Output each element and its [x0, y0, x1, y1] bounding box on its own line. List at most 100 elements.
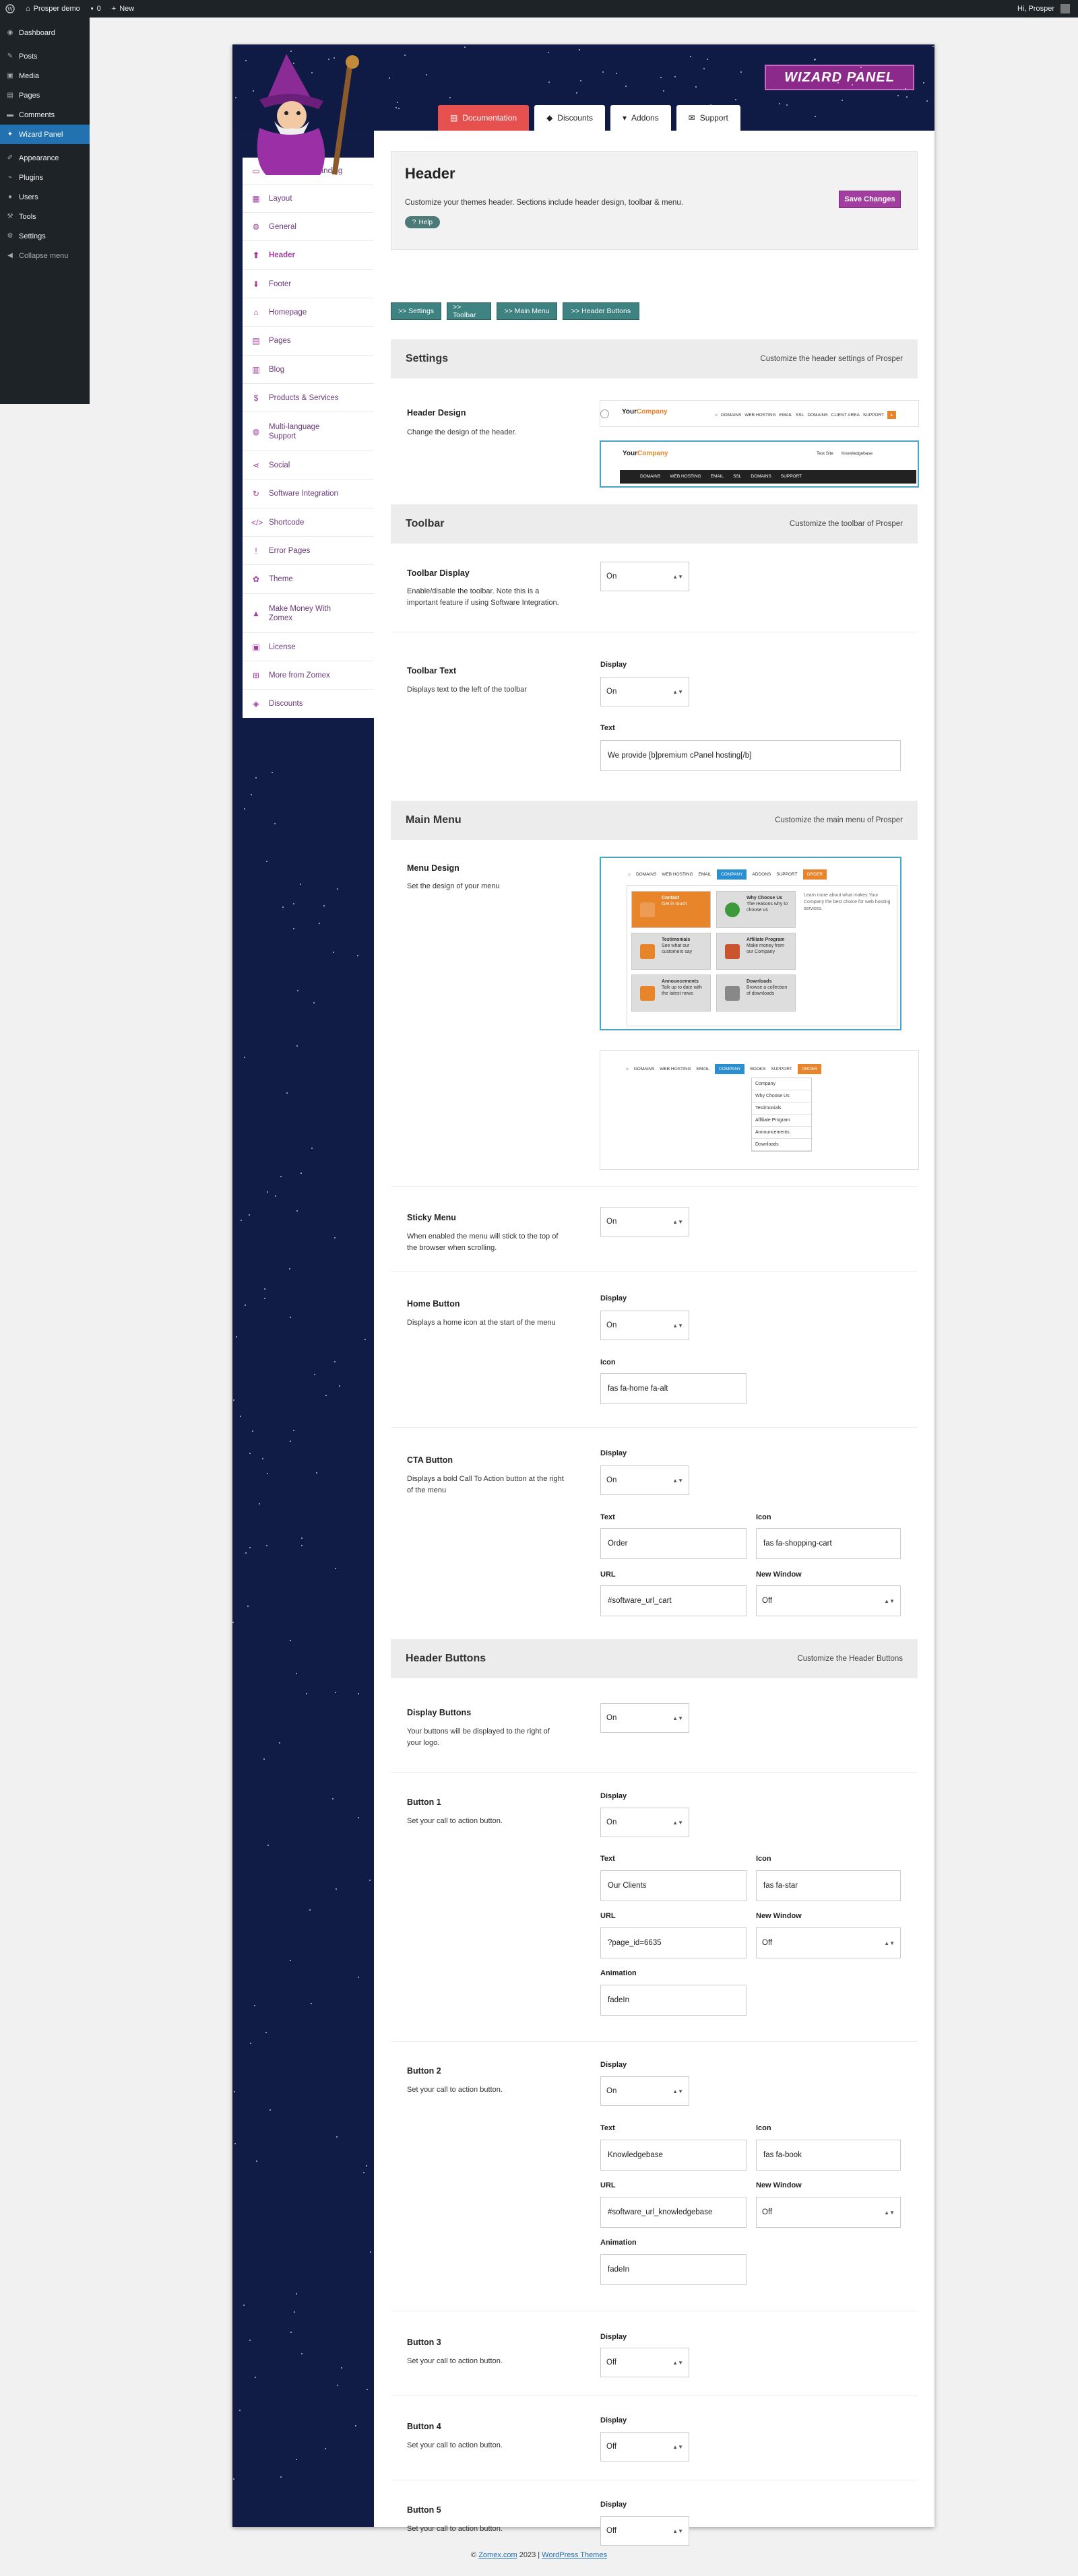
menu-item-users[interactable]: ● Users: [0, 187, 90, 207]
button-2-icon-input[interactable]: fas fa-book: [756, 2140, 901, 2171]
tab-addons[interactable]: ▾ Addons: [610, 105, 671, 131]
button-2-animation-label: Animation: [600, 2239, 637, 2247]
cta-new-window-select[interactable]: Off ▲▼: [756, 1585, 901, 1616]
menu-item-media[interactable]: ▣ Media: [0, 66, 90, 86]
home-button-display-select[interactable]: On ▲▼: [600, 1311, 689, 1340]
sidebar-item-layout[interactable]: ▦ Layout: [243, 185, 374, 213]
button-2-animation-input[interactable]: fadeIn: [600, 2254, 747, 2285]
sidebar-item-footer[interactable]: ⬇ Footer: [243, 270, 374, 298]
tab-support[interactable]: ✉ Support: [676, 105, 740, 131]
sidebar-item-more-from-zomex[interactable]: ⊞ More from Zomex: [243, 661, 374, 690]
sidebar-item-social[interactable]: ⋖ Social: [243, 451, 374, 480]
button-1-icon-input[interactable]: fas fa-star: [756, 1870, 901, 1901]
save-changes-button[interactable]: Save Changes: [839, 191, 901, 208]
display-buttons-select[interactable]: On ▲▼: [600, 1703, 689, 1733]
palette-icon: ✿: [252, 574, 260, 584]
jump-settings-button[interactable]: >> Settings: [391, 302, 441, 320]
menu-item-comments[interactable]: ▬ Comments: [0, 105, 90, 125]
menu-item-tools[interactable]: ⚒ Tools: [0, 207, 90, 226]
home-button-icon-label: Icon: [600, 1358, 616, 1366]
button-2-display-select[interactable]: On ▲▼: [600, 2076, 689, 2106]
wordpress-themes-link[interactable]: WordPress Themes: [542, 2551, 607, 2559]
sidebar-item-shortcode[interactable]: </> Shortcode: [243, 508, 374, 537]
cta-icon-input[interactable]: fas fa-shopping-cart: [756, 1528, 901, 1559]
sidebar-item-blog[interactable]: ▥ Blog: [243, 356, 374, 384]
star-decoration: [243, 2305, 245, 2307]
sidebar-item-theme[interactable]: ✿ Theme: [243, 565, 374, 594]
sidebar-item-multi-language[interactable]: ◍ Multi-language Support: [243, 412, 374, 451]
star-decoration: [244, 1056, 246, 1058]
star-decoration: [336, 2384, 338, 2386]
star-decoration: [290, 1639, 292, 1641]
button-1-new-window-select[interactable]: Off ▲▼: [756, 1927, 901, 1958]
sidebar-item-homepage[interactable]: ⌂ Homepage: [243, 298, 374, 327]
button-1-text-input[interactable]: Our Clients: [600, 1870, 747, 1901]
star-decoration: [300, 1544, 303, 1546]
sticky-menu-select[interactable]: On ▲▼: [600, 1207, 689, 1236]
button-5-display-select[interactable]: Off ▲▼: [600, 2516, 689, 2546]
sidebar-item-header[interactable]: ⬆ Header: [243, 241, 374, 270]
cta-text-input[interactable]: Order: [600, 1528, 747, 1559]
star-decoration: [272, 772, 274, 774]
menu-item-pages[interactable]: ▤ Pages: [0, 86, 90, 105]
menu-item-wizard-panel[interactable]: ✦ Wizard Panel: [0, 125, 90, 144]
header-icon: ⬆: [252, 251, 260, 260]
button-1-url-input[interactable]: ?page_id=6635: [600, 1927, 747, 1958]
new-content-link[interactable]: + New: [106, 0, 139, 18]
header-design-option-1[interactable]: YourCompany ⌂ DOMAINS WEB HOSTING EMAIL SSL…: [600, 400, 919, 427]
account-menu[interactable]: Hi, Prosper: [1012, 0, 1078, 18]
cta-url-input[interactable]: #software_url_cart: [600, 1585, 747, 1616]
toolbar-display-select[interactable]: On ▲▼: [600, 562, 689, 591]
site-name-link[interactable]: ⌂ Prosper demo: [20, 0, 86, 18]
menu-design-option-1[interactable]: ⌂ DOMAINS WEB HOSTING EMAIL COMPANY ADDONS…: [600, 857, 901, 1030]
button-2-url-input[interactable]: #software_url_knowledgebase: [600, 2197, 747, 2228]
help-button[interactable]: ? Help: [405, 216, 440, 228]
collapse-menu-button[interactable]: ◀ Collapse menu: [0, 246, 90, 265]
star-decoration: [315, 1472, 317, 1474]
header-design-desc: Change the design of the header.: [407, 428, 517, 436]
button-2-new-window-select[interactable]: Off ▲▼: [756, 2197, 901, 2228]
star-decoration: [366, 2388, 368, 2390]
wordpress-logo-icon[interactable]: W: [0, 0, 20, 18]
menu-item-settings[interactable]: ⚙ Settings: [0, 226, 90, 246]
comments-link[interactable]: ▪ 0: [86, 0, 106, 18]
header-design-option-2[interactable]: YourCompany Test Site Knowledgebase DOMAI…: [600, 440, 919, 488]
tab-documentation[interactable]: ▤ Documentation: [438, 105, 530, 131]
button-2-text-input[interactable]: Knowledgebase: [600, 2140, 747, 2171]
menu-item-dashboard[interactable]: ◉ Dashboard: [0, 23, 90, 42]
button-4-display-select[interactable]: Off ▲▼: [600, 2432, 689, 2462]
file-icon: ▤: [252, 336, 260, 345]
button-3-display-select[interactable]: Off ▲▼: [600, 2348, 689, 2377]
menu-item-appearance[interactable]: ✐ Appearance: [0, 148, 90, 168]
star-decoration: [295, 2458, 297, 2460]
display-buttons-desc: Your buttons will be displayed to the ri…: [407, 1727, 550, 1747]
sidebar-item-products-services[interactable]: $ Products & Services: [243, 384, 374, 412]
tab-discounts[interactable]: ◆ Discounts: [534, 105, 605, 131]
sidebar-item-pages[interactable]: ▤ Pages: [243, 327, 374, 356]
sidebar-item-discounts[interactable]: ◈ Discounts: [243, 690, 374, 718]
menu-design-option-2[interactable]: ⌂ DOMAINS WEB HOSTING EMAIL COMPANY BOOKS S…: [600, 1050, 919, 1170]
page-description: Customize your themes header. Sections i…: [405, 199, 683, 207]
sidebar-item-make-money[interactable]: ▲ Make Money With Zomex: [243, 594, 374, 633]
jump-toolbar-button[interactable]: >> Toolbar: [447, 302, 491, 320]
menu-item-posts[interactable]: ✎ Posts: [0, 46, 90, 66]
sidebar-item-error-pages[interactable]: ! Error Pages: [243, 537, 374, 565]
star-decoration: [334, 1236, 336, 1239]
cta-display-select[interactable]: On ▲▼: [600, 1465, 689, 1495]
header-buttons-section-header: Header Buttons Customize the Header Butt…: [391, 1639, 918, 1678]
button-1-display-select[interactable]: On ▲▼: [600, 1808, 689, 1837]
sidebar-item-software-integration[interactable]: ↻ Software Integration: [243, 480, 374, 508]
jump-main-menu-button[interactable]: >> Main Menu: [497, 302, 557, 320]
star-decoration: [306, 1692, 308, 1694]
sidebar-item-general[interactable]: ⚙ General: [243, 213, 374, 241]
zomex-link[interactable]: Zomex.com: [478, 2551, 517, 2559]
sidebar-item-license[interactable]: ▣ License: [243, 633, 374, 661]
toolbar-text-input[interactable]: We provide [b]premium cPanel hosting[/b]: [600, 740, 901, 771]
button-1-animation-input[interactable]: fadeIn: [600, 1985, 747, 2016]
toolbar-text-display-select[interactable]: On ▲▼: [600, 677, 689, 706]
jump-header-buttons-button[interactable]: >> Header Buttons: [563, 302, 639, 320]
home-button-icon-input[interactable]: fas fa-home fa-alt: [600, 1373, 747, 1404]
menu-item-plugins[interactable]: ⌁ Plugins: [0, 168, 90, 187]
star-decoration: [449, 96, 451, 98]
star-decoration: [897, 95, 899, 97]
